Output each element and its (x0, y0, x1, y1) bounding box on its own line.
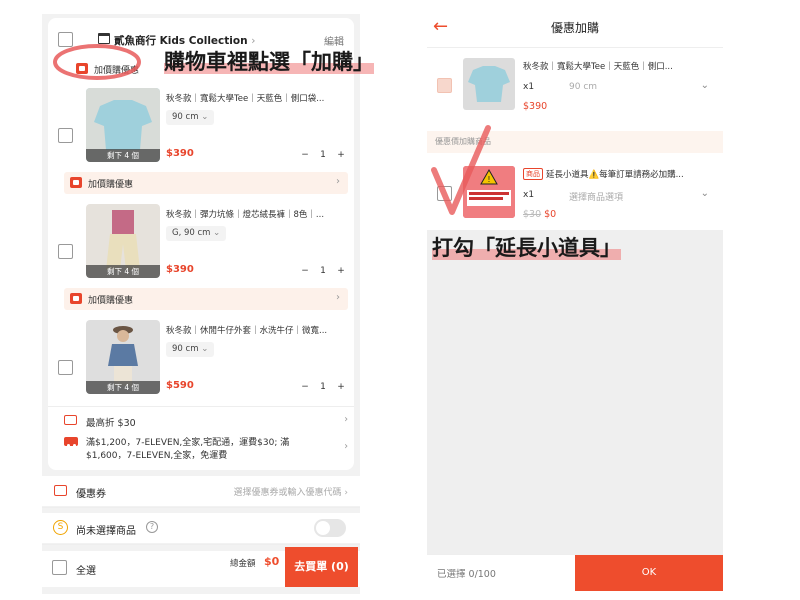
annotation-note-2: 打勾「延長小道具」 (432, 232, 621, 262)
checkmark-icon (431, 125, 491, 215)
annotation-note-2-text: 打勾「延長小道具」 (432, 236, 621, 260)
annotation-note-1: 購物車裡點選「加購」 (164, 46, 374, 76)
highlight-circle (53, 44, 141, 80)
annotation-note-1-text: 購物車裡點選「加購」 (164, 50, 374, 74)
annotation-layer (53, 44, 491, 215)
tutorial-image: 貳魚商行 Kids Collection › 編輯 加價購優惠 剩下 4 個 秋… (0, 0, 800, 600)
